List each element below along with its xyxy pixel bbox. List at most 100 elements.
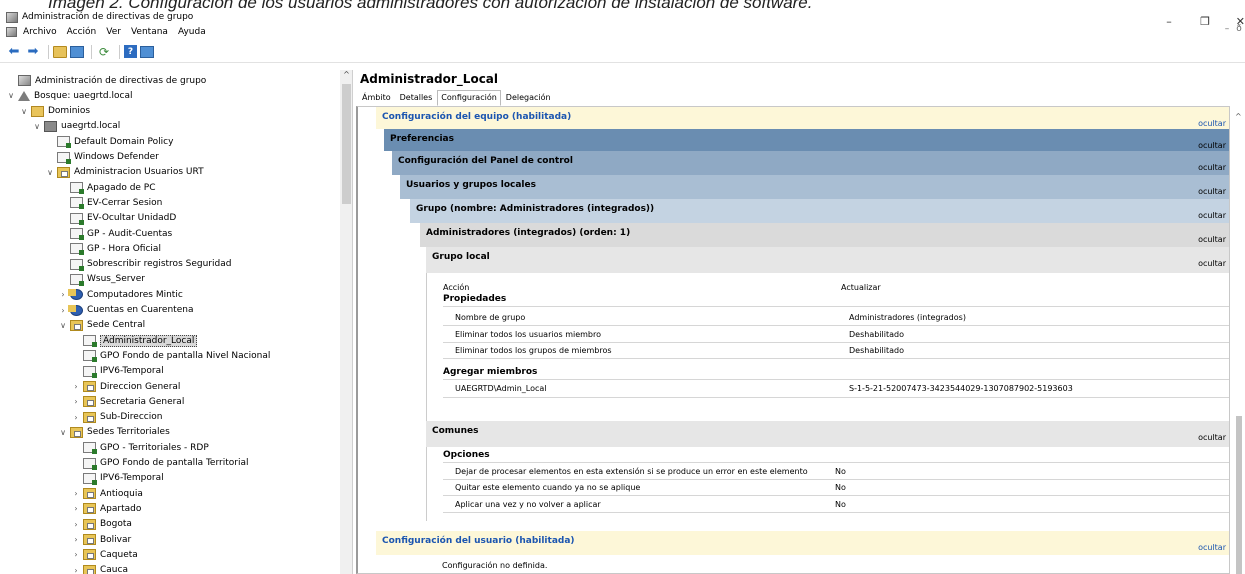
- tree-scrollbar[interactable]: ^: [340, 70, 352, 574]
- collapsed-chevron-icon[interactable]: ›: [71, 550, 81, 559]
- tree-node[interactable]: ∨ Sede Central: [58, 318, 145, 333]
- tree-node[interactable]: EV-Ocultar UnidadD: [58, 211, 176, 226]
- tree-node[interactable]: › Apartado: [71, 501, 141, 516]
- tree-node[interactable]: IPV6-Temporal: [71, 471, 164, 486]
- tree-node[interactable]: › Caqueta: [71, 547, 138, 562]
- tree-node[interactable]: ∨ Administracion Usuarios URT: [45, 165, 204, 180]
- tab-detalles[interactable]: Detalles: [396, 90, 437, 106]
- refresh-icon[interactable]: ⟳: [96, 44, 112, 60]
- group-header[interactable]: Grupo (nombre: Administradores (integrad…: [410, 199, 1229, 223]
- hide-link[interactable]: ocultar: [1198, 211, 1226, 220]
- common-header[interactable]: Comunes ocultar: [426, 421, 1229, 447]
- tree-node[interactable]: › Sub-Direccion: [71, 410, 162, 425]
- tree-node[interactable]: › Cuentas en Cuarentena: [58, 303, 193, 318]
- tree-node[interactable]: Apagado de PC: [58, 180, 156, 195]
- tree-node[interactable]: GPO Fondo de pantalla Nivel Nacional: [71, 348, 270, 363]
- menu-accion[interactable]: Acción: [67, 27, 97, 37]
- collapsed-chevron-icon[interactable]: ›: [71, 489, 81, 498]
- collapsed-chevron-icon[interactable]: ›: [71, 504, 81, 513]
- tree-node[interactable]: › Secretaria General: [71, 394, 184, 409]
- collapsed-chevron-icon[interactable]: ›: [58, 290, 68, 299]
- hide-link[interactable]: ocultar: [1198, 433, 1226, 442]
- collapsed-chevron-icon[interactable]: ›: [71, 413, 81, 422]
- menu-ventana[interactable]: Ventana: [131, 27, 168, 37]
- tree-node[interactable]: Administrador_Local: [71, 333, 198, 348]
- up-folder-icon[interactable]: [53, 45, 67, 58]
- scroll-up-icon[interactable]: ^: [1235, 112, 1242, 121]
- local-group-title: Grupo local: [432, 252, 490, 262]
- tree-node[interactable]: › Bogota: [71, 517, 132, 532]
- tree-node[interactable]: › Antioquia: [71, 486, 143, 501]
- tree-node[interactable]: › Cauca: [71, 563, 128, 574]
- tree-node-label: Bogota: [100, 519, 132, 530]
- collapsed-chevron-icon[interactable]: ›: [71, 566, 81, 574]
- control-panel-header[interactable]: Configuración del Panel de control ocult…: [392, 151, 1229, 175]
- hide-link[interactable]: ocultar: [1198, 543, 1226, 552]
- mdi-minimize-button[interactable]: –: [1221, 24, 1233, 34]
- tree-node[interactable]: GPO - Territoriales - RDP: [71, 440, 209, 455]
- expanded-chevron-icon[interactable]: ∨: [32, 122, 42, 131]
- user-config-not-defined: Configuración no definida.: [442, 561, 548, 570]
- tree-node[interactable]: Default Domain Policy: [45, 134, 173, 149]
- hide-link[interactable]: ocultar: [1198, 163, 1226, 172]
- gpmc-app-icon: [6, 11, 18, 23]
- menu-archivo[interactable]: Archivo: [23, 27, 57, 37]
- tree-node[interactable]: GP - Audit-Cuentas: [58, 226, 172, 241]
- expanded-chevron-icon[interactable]: ∨: [6, 91, 16, 100]
- tree-node[interactable]: › Computadores Mintic: [58, 287, 183, 302]
- hide-link[interactable]: ocultar: [1198, 141, 1226, 150]
- tree-node[interactable]: Windows Defender: [45, 150, 159, 165]
- tree-node[interactable]: ∨ uaegrtd.local: [32, 119, 120, 134]
- tree-node[interactable]: › Direccion General: [71, 379, 180, 394]
- collapsed-chevron-icon[interactable]: ›: [71, 397, 81, 406]
- scroll-up-icon[interactable]: ^: [340, 70, 352, 83]
- mdi-app-icon[interactable]: [6, 27, 17, 37]
- tree-node[interactable]: ∨ Dominios: [19, 104, 90, 119]
- back-arrow-icon[interactable]: ⬅: [6, 44, 22, 60]
- show-hide-tree-icon[interactable]: [70, 45, 84, 58]
- tree-node[interactable]: Administración de directivas de grupo: [6, 73, 206, 88]
- help-icon[interactable]: ?: [124, 45, 137, 58]
- collapsed-chevron-icon[interactable]: ›: [71, 382, 81, 391]
- properties-icon[interactable]: [140, 45, 154, 58]
- property-key: Eliminar todos los grupos de miembros: [455, 346, 612, 355]
- tree-node[interactable]: ∨ Bosque: uaegrtd.local: [6, 88, 132, 103]
- tree-node[interactable]: GP - Hora Oficial: [58, 241, 161, 256]
- scrollbar-thumb[interactable]: [342, 84, 351, 204]
- mdi-restore-button[interactable]: ð: [1233, 24, 1245, 34]
- hide-link[interactable]: ocultar: [1198, 119, 1226, 128]
- collapsed-chevron-icon[interactable]: ›: [71, 535, 81, 544]
- collapsed-chevron-icon[interactable]: ›: [58, 306, 68, 315]
- local-users-groups-header[interactable]: Usuarios y grupos locales ocultar: [400, 175, 1229, 199]
- tree-node[interactable]: › Bolivar: [71, 532, 131, 547]
- local-group-header[interactable]: Grupo local ocultar: [426, 247, 1229, 273]
- expanded-chevron-icon[interactable]: ∨: [58, 321, 68, 330]
- tree-node-label: uaegrtd.local: [61, 121, 121, 132]
- tree-node[interactable]: Wsus_Server: [58, 272, 145, 287]
- tree-node[interactable]: Sobrescribir registros Seguridad: [58, 257, 231, 272]
- collapsed-chevron-icon[interactable]: ›: [71, 520, 81, 529]
- tree-node[interactable]: GPO Fondo de pantalla Territorial: [71, 456, 248, 471]
- report-scrollbar[interactable]: ^: [1233, 106, 1245, 574]
- expanded-chevron-icon[interactable]: ∨: [58, 428, 68, 437]
- menu-ver[interactable]: Ver: [106, 27, 121, 37]
- hide-link[interactable]: ocultar: [1198, 259, 1226, 268]
- tab-ambito[interactable]: Ámbito: [358, 90, 395, 106]
- computer-config-header[interactable]: Configuración del equipo (habilitada) oc…: [376, 107, 1229, 129]
- user-config-header[interactable]: Configuración del usuario (habilitada) o…: [376, 531, 1229, 555]
- expanded-chevron-icon[interactable]: ∨: [45, 168, 55, 177]
- hide-link[interactable]: ocultar: [1198, 235, 1226, 244]
- hide-link[interactable]: ocultar: [1198, 187, 1226, 196]
- gpo-icon: [57, 136, 71, 149]
- tab-delegacion[interactable]: Delegación: [502, 90, 555, 106]
- tree-node[interactable]: ∨ Sedes Territoriales: [58, 425, 170, 440]
- tab-configuracion[interactable]: Configuración: [437, 90, 501, 106]
- forward-arrow-icon[interactable]: ➡: [25, 44, 41, 60]
- admins-order-header[interactable]: Administradores (integrados) (orden: 1) …: [420, 223, 1229, 247]
- tree-node[interactable]: EV-Cerrar Sesion: [58, 195, 162, 210]
- expanded-chevron-icon[interactable]: ∨: [19, 107, 29, 116]
- preferences-header[interactable]: Preferencias ocultar: [384, 129, 1229, 151]
- menu-ayuda[interactable]: Ayuda: [178, 27, 206, 37]
- scrollbar-thumb[interactable]: [1236, 416, 1242, 574]
- tree-node[interactable]: IPV6-Temporal: [71, 364, 164, 379]
